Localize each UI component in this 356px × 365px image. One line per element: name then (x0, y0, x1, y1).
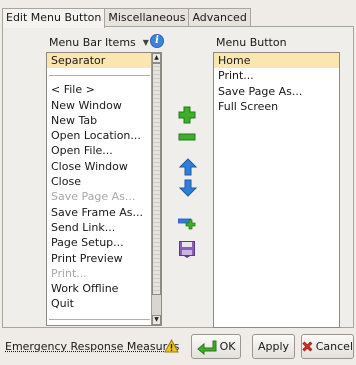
menu-button-list[interactable]: Home Print... Save Page As... Full Screen (213, 52, 340, 328)
list-separator[interactable] (47, 68, 152, 82)
list-separator[interactable] (47, 312, 152, 325)
list-item[interactable]: Save Page As... (47, 189, 152, 204)
menu-bar-items-dropdown[interactable]: Menu Bar Items ▼ (49, 36, 149, 49)
add-item-icon[interactable] (178, 106, 196, 124)
tab-advanced[interactable]: Advanced (188, 8, 251, 27)
ok-label: OK (219, 340, 236, 353)
list-item[interactable]: Print... (47, 266, 152, 281)
cancel-button[interactable]: Cancel (301, 334, 354, 359)
remove-item-icon[interactable] (178, 128, 196, 146)
scroll-up-button[interactable]: ▲ (152, 53, 161, 63)
cancel-label: Cancel (315, 340, 353, 353)
list-item[interactable]: Quit (47, 296, 152, 311)
add-separator-icon[interactable] (178, 214, 196, 232)
list-item[interactable]: Print... (214, 68, 339, 83)
list-item[interactable]: Save Frame As... (47, 205, 152, 220)
scroll-down-button[interactable]: ▼ (152, 315, 161, 325)
move-up-icon[interactable] (179, 158, 197, 176)
menu-button-label: Menu Button (216, 36, 287, 49)
menu-bar-items-label: Menu Bar Items (49, 36, 136, 49)
ok-button[interactable]: OK (191, 334, 241, 359)
list-item[interactable]: Close (47, 174, 152, 189)
cancel-x-icon (302, 341, 313, 352)
list-item[interactable]: Work Offline (47, 281, 152, 296)
list-item[interactable]: Save Page As... (214, 84, 339, 99)
menu-bar-items-list[interactable]: Separator < File > New Window New Tab Open L… (46, 52, 162, 326)
list-item[interactable]: Open File... (47, 143, 152, 158)
footer-bar: Emergency Response Measures OK Apply Can… (0, 328, 356, 365)
scrollbar-thumb[interactable] (152, 63, 161, 295)
tab-miscellaneous[interactable]: Miscellaneous (104, 8, 190, 27)
emergency-response-link[interactable]: Emergency Response Measures (5, 340, 179, 353)
list-item[interactable]: Print Preview (47, 251, 152, 266)
warning-icon (164, 339, 179, 353)
edit-menu-button-panel: Menu Bar Items ▼ i Menu Button Separator… (2, 26, 354, 328)
menu-button-items-container: Home Print... Save Page As... Full Screen (214, 53, 339, 114)
apply-button[interactable]: Apply (252, 334, 295, 359)
list-item[interactable]: < File > (47, 82, 152, 97)
apply-label: Apply (257, 340, 290, 353)
tab-edit-menu-button[interactable]: Edit Menu Button (2, 8, 106, 28)
chevron-down-icon: ▼ (142, 38, 149, 47)
list-item[interactable]: Separator (47, 53, 152, 69)
list-item[interactable]: Full Screen (214, 99, 339, 114)
tab-bar: Edit Menu Button Miscellaneous Advanced (2, 8, 251, 28)
list-item[interactable]: Open Location... (47, 128, 152, 143)
list-item[interactable]: New Window (47, 98, 152, 113)
menu-bar-items-container: Separator < File > New Window New Tab Open L… (47, 53, 152, 325)
list-item[interactable]: New Tab (47, 113, 152, 128)
help-icon[interactable]: i (150, 34, 164, 48)
list-item[interactable]: Send Link... (47, 220, 152, 235)
vertical-scrollbar[interactable]: ▲ ▼ (151, 53, 161, 325)
list-item[interactable]: Close Window (47, 159, 152, 174)
list-item[interactable]: Page Setup... (47, 235, 152, 250)
list-item[interactable]: Home (214, 53, 339, 69)
save-icon[interactable] (178, 240, 196, 258)
move-down-icon[interactable] (179, 179, 197, 197)
ok-arrow-icon (196, 340, 217, 355)
